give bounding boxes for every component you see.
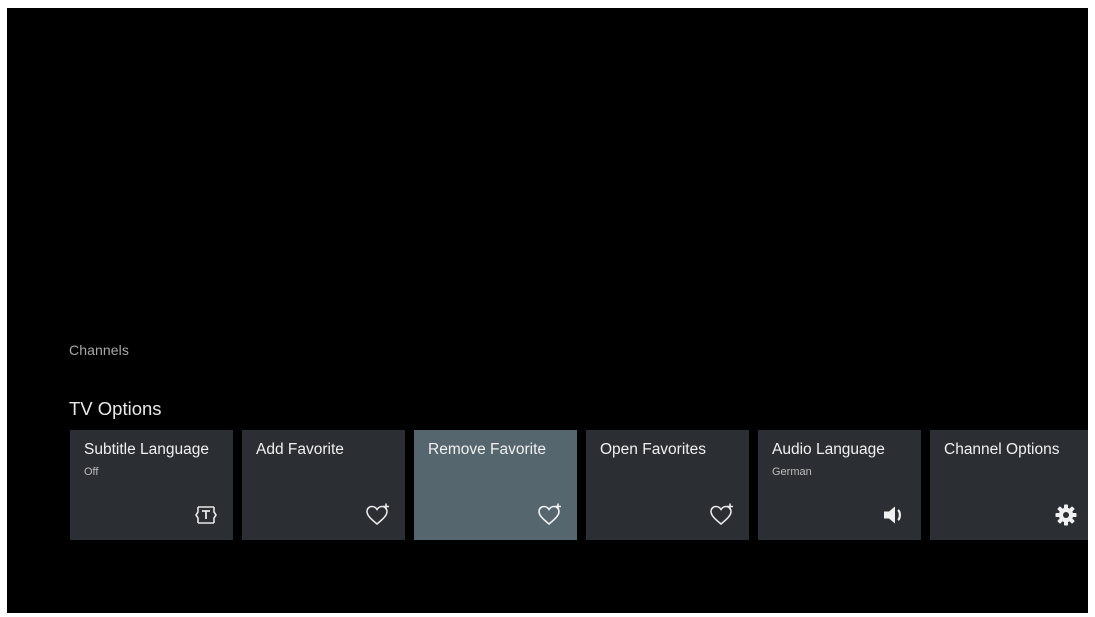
- subtitle-language-card[interactable]: Subtitle Language Off: [70, 430, 233, 540]
- card-title: Open Favorites: [600, 441, 706, 458]
- card-subtitle: German: [772, 466, 812, 478]
- card-title: Subtitle Language: [84, 441, 209, 458]
- gear-icon: [1053, 502, 1079, 528]
- card-title: Channel Options: [944, 441, 1060, 458]
- top-strip: [0, 0, 1095, 8]
- heart-plus-icon: [537, 502, 563, 528]
- card-subtitle: Off: [84, 466, 99, 478]
- remove-favorite-card[interactable]: Remove Favorite: [414, 430, 577, 540]
- tv-screen: Channels TV Options Subtitle Language Of…: [7, 8, 1088, 613]
- audio-language-card[interactable]: Audio Language German: [758, 430, 921, 540]
- heart-plus-icon: [709, 502, 735, 528]
- section-label: Channels: [69, 342, 129, 358]
- subtitle-icon: [193, 502, 219, 528]
- heart-plus-icon: [365, 502, 391, 528]
- card-title: Add Favorite: [256, 441, 344, 458]
- card-title: Remove Favorite: [428, 441, 547, 458]
- speaker-icon: [881, 502, 907, 528]
- add-favorite-card[interactable]: Add Favorite: [242, 430, 405, 540]
- open-favorites-card[interactable]: Open Favorites: [586, 430, 749, 540]
- card-title: Audio Language: [772, 441, 885, 458]
- options-row: Subtitle Language Off Add Favorite Remov…: [70, 430, 1088, 540]
- channel-options-card[interactable]: Channel Options: [930, 430, 1088, 540]
- row-title: TV Options: [69, 398, 162, 419]
